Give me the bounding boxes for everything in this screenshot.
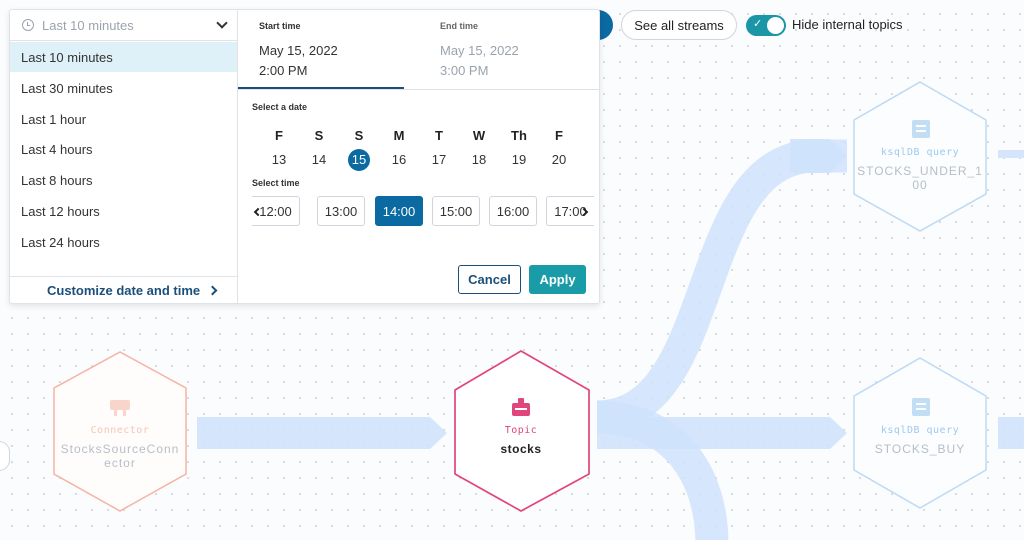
chevron-right-icon	[207, 285, 218, 296]
customize-date-time-link[interactable]: Customize date and time	[10, 276, 237, 303]
time-slot-selected[interactable]: 14:00	[375, 196, 423, 226]
preset-list: Last 10 minutes Last 10 minutes Last 30 …	[10, 10, 238, 303]
weekday-label: F	[275, 128, 283, 143]
toggle-knob	[767, 17, 784, 34]
query-icon	[912, 398, 930, 416]
time-range-select[interactable]: Last 10 minutes	[10, 10, 238, 41]
node-name: StocksSourceConn ector	[60, 442, 180, 470]
weekday-label: S	[354, 128, 364, 143]
time-slot[interactable]: 13:00	[317, 196, 365, 226]
flow-arrow-topic-to-stocks-buy	[597, 417, 847, 449]
node-type: Connector	[90, 425, 150, 436]
start-time-label: Start time	[259, 21, 301, 31]
weekday-label: F	[555, 128, 563, 143]
preset-option[interactable]: Last 12 hours	[10, 196, 237, 226]
node-type: ksqlDB query	[880, 425, 960, 436]
calendar-day[interactable]: 14	[307, 149, 331, 171]
query-node-stocks-under-100-label[interactable]: ksqlDB query STOCKS_UNDER_1 00	[855, 147, 985, 192]
flow-to-stocks-under-100	[595, 139, 847, 434]
see-all-streams-button[interactable]: See all streams	[621, 10, 737, 40]
weekday-label: T	[435, 128, 443, 143]
time-slot[interactable]: 16:00	[489, 196, 537, 226]
end-time-value: 3:00 PM	[440, 63, 489, 78]
end-date-value: May 15, 2022	[440, 43, 519, 58]
query-icon	[912, 120, 930, 138]
calendar-day[interactable]: 16	[387, 149, 411, 171]
clock-icon	[22, 19, 34, 31]
preset-option[interactable]: Last 8 hours	[10, 165, 237, 195]
node-name: STOCKS_UNDER_1 00	[857, 164, 983, 192]
end-time-label: End time	[440, 21, 479, 31]
weekday-label: S	[314, 128, 324, 143]
node-name: STOCKS_BUY	[874, 442, 966, 456]
preset-option[interactable]: Last 24 hours	[10, 227, 237, 257]
preset-option[interactable]: Last 1 hour	[10, 104, 237, 134]
calendar-day[interactable]: 20	[547, 149, 571, 171]
topic-node-label[interactable]: Topic stocks	[460, 425, 582, 456]
calendar-day-selected[interactable]: 15	[348, 149, 370, 171]
node-name: stocks	[500, 442, 542, 456]
preset-option[interactable]: Last 30 minutes	[10, 73, 237, 103]
customize-label: Customize date and time	[47, 282, 201, 298]
flow-out-stocks-under-100	[998, 150, 1024, 158]
start-time-value: 2:00 PM	[259, 63, 308, 78]
divider	[238, 89, 599, 90]
end-time-tab[interactable]: End time May 15, 2022 3:00 PM	[419, 10, 585, 89]
calendar-day[interactable]: 19	[507, 149, 531, 171]
query-node-stocks-buy-label[interactable]: ksqlDB query STOCKS_BUY	[855, 425, 985, 456]
chevron-down-icon[interactable]	[216, 17, 228, 29]
weekday-label: W	[472, 128, 486, 143]
start-time-tab[interactable]: Start time May 15, 2022 2:00 PM	[238, 10, 404, 89]
weekday-label: M	[393, 128, 405, 143]
time-range-select-value: Last 10 minutes	[42, 17, 134, 33]
node-type: Topic	[504, 425, 538, 436]
calendar-day[interactable]: 17	[427, 149, 451, 171]
flow-arrow-connector-to-topic	[197, 417, 447, 449]
custom-range-panel: Start time May 15, 2022 2:00 PM End time…	[238, 10, 599, 303]
hide-internal-topics-label: Hide internal topics	[792, 17, 903, 32]
check-icon: ✓	[753, 18, 763, 30]
preset-option[interactable]: Last 4 hours	[10, 134, 237, 164]
weekday-label: Th	[511, 128, 527, 143]
node-type: ksqlDB query	[880, 147, 960, 158]
cancel-button[interactable]: Cancel	[458, 265, 521, 294]
calendar-day[interactable]: 13	[267, 149, 291, 171]
preset-option[interactable]: Last 10 minutes	[10, 42, 237, 72]
time-range-popover: Last 10 minutes Last 10 minutes Last 30 …	[9, 9, 600, 304]
connector-node-label[interactable]: Connector StocksSourceConn ector	[50, 425, 190, 470]
flow-out-stocks-buy	[998, 417, 1024, 449]
calendar-day[interactable]: 18	[467, 149, 491, 171]
select-time-label: Select time	[252, 178, 300, 188]
apply-button[interactable]: Apply	[529, 265, 586, 294]
select-date-label: Select a date	[252, 102, 308, 112]
start-date-value: May 15, 2022	[259, 43, 338, 58]
hide-internal-topics-toggle[interactable]: ✓	[746, 15, 786, 36]
time-slot[interactable]: 15:00	[432, 196, 480, 226]
